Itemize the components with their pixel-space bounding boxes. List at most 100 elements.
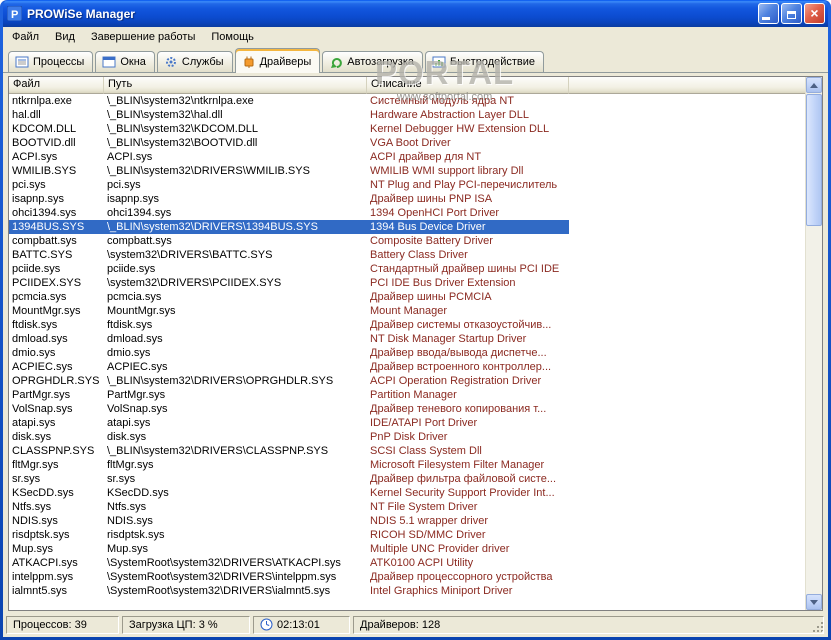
vertical-scrollbar[interactable]	[805, 77, 822, 610]
cell-path: \system32\DRIVERS\PCIIDEX.SYS	[107, 277, 282, 289]
table-row[interactable]: risdptsk.sys risdptsk.sys RICOH SD/MMC Dri…	[9, 528, 569, 542]
tab-drivers[interactable]: Драйверы	[234, 48, 321, 73]
menu-help[interactable]: Помощь	[203, 29, 262, 45]
table-row[interactable]: disk.sys disk.sys PnP Disk Driver	[9, 430, 569, 444]
table-row[interactable]: ohci1394.sys ohci1394.sys 1394 OpenHCI Por…	[9, 206, 569, 220]
cell-description: NT Disk Manager Startup Driver	[370, 333, 527, 345]
status-drivers: Драйверов: 128	[353, 615, 824, 634]
cell-file: 1394BUS.SYS	[12, 221, 85, 233]
cell-file: WMILIB.SYS	[12, 165, 77, 177]
scroll-down-button[interactable]	[806, 594, 822, 610]
table-row[interactable]: compbatt.sys compbatt.sys Composite Batter…	[9, 234, 569, 248]
cell-path: \_BLIN\system32\KDCOM.DLL	[107, 123, 258, 135]
table-row[interactable]: KDCOM.DLL \_BLIN\system32\KDCOM.DLL Kernel…	[9, 122, 569, 136]
table-row[interactable]: CLASSPNP.SYS \_BLIN\system32\DRIVERS\CLAS…	[9, 444, 569, 458]
cell-description: WMILIB WMI support library Dll	[370, 165, 524, 177]
cell-path: ACPIEC.sys	[107, 361, 168, 373]
cell-file: ACPIEC.sys	[12, 361, 73, 373]
table-row[interactable]: dmload.sys dmload.sys NT Disk Manager Star…	[9, 332, 569, 346]
column-header-description[interactable]: Описание	[367, 77, 569, 94]
title-bar[interactable]: P PROWiSe Manager ×	[3, 0, 828, 27]
services-icon	[164, 55, 178, 69]
cell-file: sr.sys	[12, 473, 41, 485]
table-row[interactable]: BATTC.SYS \system32\DRIVERS\BATTC.SYS Batt…	[9, 248, 569, 262]
cell-description: Драйвер процессорного устройства	[370, 571, 553, 583]
table-row[interactable]: 1394BUS.SYS \_BLIN\system32\DRIVERS\1394B…	[9, 220, 569, 234]
maximize-button[interactable]	[781, 3, 802, 24]
table-row[interactable]: isapnp.sys isapnp.sys Драйвер шины PNP ISA	[9, 192, 569, 206]
cell-description: Intel Graphics Miniport Driver	[370, 585, 513, 597]
window-title: PROWiSe Manager	[27, 6, 135, 21]
table-row[interactable]: ATKACPI.sys \SystemRoot\system32\DRIVERS\…	[9, 556, 569, 570]
cell-path: pciide.sys	[107, 263, 156, 275]
table-row[interactable]: WMILIB.SYS \_BLIN\system32\DRIVERS\WMILIB…	[9, 164, 569, 178]
table-row[interactable]: PCIIDEX.SYS \system32\DRIVERS\PCIIDEX.SYS…	[9, 276, 569, 290]
table-row[interactable]: ialmnt5.sys \SystemRoot\system32\DRIVERS\…	[9, 584, 569, 598]
table-row[interactable]: pcmcia.sys pcmcia.sys Драйвер шины PCMCIA	[9, 290, 569, 304]
table-row[interactable]: ftdisk.sys ftdisk.sys Драйвер системы отка…	[9, 318, 569, 332]
tab-processes[interactable]: Процессы	[8, 51, 94, 72]
table-row[interactable]: PartMgr.sys PartMgr.sys Partition Manager	[9, 388, 569, 402]
table-row[interactable]: ntkrnlpa.exe \_BLIN\system32\ntkrnlpa.exe…	[9, 94, 569, 108]
menu-view[interactable]: Вид	[47, 29, 83, 45]
table-row[interactable]: Mup.sys Mup.sys Multiple UNC Provider driv…	[9, 542, 569, 556]
table-row[interactable]: OPRGHDLR.SYS \_BLIN\system32\DRIVERS\OPRG…	[9, 374, 569, 388]
table-row[interactable]: NDIS.sys NDIS.sys NDIS 5.1 wrapper driver	[9, 514, 569, 528]
cell-file: risdptsk.sys	[12, 529, 70, 541]
cell-file: Ntfs.sys	[12, 501, 52, 513]
table-row[interactable]: dmio.sys dmio.sys Драйвер ввода/вывода дис…	[9, 346, 569, 360]
table-row[interactable]: sr.sys sr.sys Драйвер фильтра файловой сис…	[9, 472, 569, 486]
table-row[interactable]: Ntfs.sys Ntfs.sys NT File System Driver	[9, 500, 569, 514]
tab-performance[interactable]: Быстродействие	[425, 51, 545, 72]
close-button[interactable]: ×	[804, 3, 825, 24]
table-row[interactable]: pciide.sys pciide.sys Стандартный драйвер …	[9, 262, 569, 276]
table-row[interactable]: pci.sys pci.sys NT Plug and Play PCI-переч…	[9, 178, 569, 192]
cell-path: Ntfs.sys	[107, 501, 147, 513]
minimize-button[interactable]	[758, 3, 779, 24]
cell-file: ATKACPI.sys	[12, 557, 78, 569]
cell-path: \_BLIN\system32\ntkrnlpa.exe	[107, 95, 254, 107]
tab-label: Окна	[120, 56, 146, 68]
scroll-track[interactable]	[806, 93, 822, 594]
cell-path: \_BLIN\system32\DRIVERS\CLASSPNP.SYS	[107, 445, 329, 457]
tab-windows[interactable]: Окна	[95, 51, 155, 72]
tab-label: Службы	[181, 56, 224, 68]
window-controls: ×	[756, 3, 825, 24]
cell-description: ATK0100 ACPI Utility	[370, 557, 474, 569]
menu-file[interactable]: Файл	[4, 29, 47, 45]
table-row[interactable]: KSecDD.sys KSecDD.sys Kernel Security Supp…	[9, 486, 569, 500]
tab-services[interactable]: Службы	[156, 51, 233, 72]
menu-shutdown[interactable]: Завершение работы	[83, 29, 203, 45]
cell-path: \_BLIN\system32\DRIVERS\OPRGHDLR.SYS	[107, 375, 334, 387]
cell-path: ftdisk.sys	[107, 319, 153, 331]
scroll-thumb[interactable]	[806, 94, 822, 226]
cell-file: BATTC.SYS	[12, 249, 73, 261]
table-row[interactable]: VolSnap.sys VolSnap.sys Драйвер теневого к…	[9, 402, 569, 416]
cell-description: SCSI Class System Dll	[370, 445, 482, 457]
table-header: Файл Путь Описание	[9, 77, 805, 94]
table-row[interactable]: atapi.sys atapi.sys IDE/ATAPI Port Driver	[9, 416, 569, 430]
table-row[interactable]: MountMgr.sys MountMgr.sys Mount Manager	[9, 304, 569, 318]
cell-path: KSecDD.sys	[107, 487, 169, 499]
cell-description: 1394 Bus Device Driver	[370, 221, 486, 233]
table-row[interactable]: ACPI.sys ACPI.sys ACPI драйвер для NT	[9, 150, 569, 164]
table-row[interactable]: ACPIEC.sys ACPIEC.sys Драйвер встроенного …	[9, 360, 569, 374]
table-row[interactable]: hal.dll \_BLIN\system32\hal.dll Hardware A…	[9, 108, 569, 122]
table-row[interactable]: intelppm.sys \SystemRoot\system32\DRIVERS…	[9, 570, 569, 584]
tab-startup[interactable]: Автозагрузка	[322, 51, 424, 72]
scroll-up-button[interactable]	[806, 77, 822, 93]
cell-file: pci.sys	[12, 179, 46, 191]
tab-label: Быстродействие	[450, 56, 536, 68]
table-row[interactable]: fltMgr.sys fltMgr.sys Microsoft Filesystem…	[9, 458, 569, 472]
cell-path: isapnp.sys	[107, 193, 159, 205]
cell-description: ACPI драйвер для NT	[370, 151, 482, 163]
cell-path: PartMgr.sys	[107, 389, 166, 401]
cell-file: compbatt.sys	[12, 235, 77, 247]
column-header-path[interactable]: Путь	[104, 77, 367, 94]
table-row[interactable]: BOOTVID.dll \_BLIN\system32\BOOTVID.dll VG…	[9, 136, 569, 150]
cell-path: fltMgr.sys	[107, 459, 154, 471]
column-header-file[interactable]: Файл	[9, 77, 104, 94]
status-bar: Процессов: 39 Загрузка ЦП: 3 % 02:13:01 …	[3, 613, 828, 637]
resize-grip[interactable]	[811, 620, 824, 633]
cell-file: NDIS.sys	[12, 515, 58, 527]
